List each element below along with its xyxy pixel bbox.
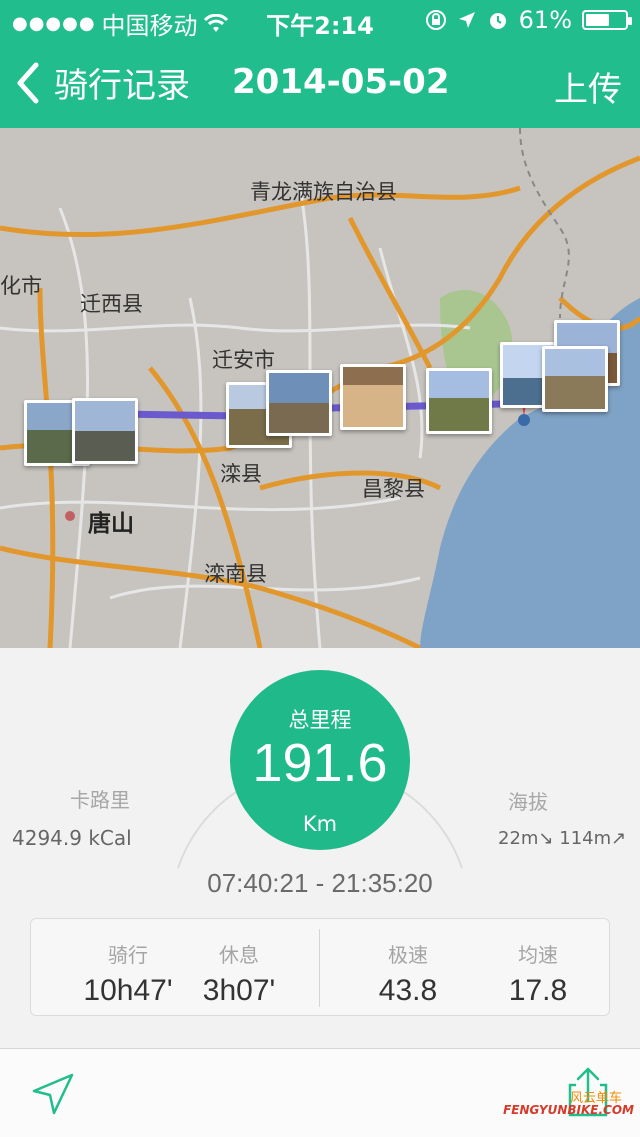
metric-value: 17.8 [508,974,568,1007]
photo-thumbnail[interactable] [340,364,406,430]
metric-label: 均速 [518,943,558,967]
metrics-panel: 骑行 10h47' 休息 3h07' 极速 43.8 均速 17.8 [30,918,610,1016]
map-label-city: 唐山 [88,511,134,537]
total-distance-circle: 总里程 191.6 Km [230,670,410,850]
total-distance-value: 191.6 [252,733,388,793]
metric-label: 休息 [219,943,259,967]
calories-value: 4294.9 kCal [12,826,132,850]
total-distance-unit: Km [302,812,338,836]
battery-icon [582,10,632,30]
photo-thumbnail[interactable] [72,398,138,464]
map-label: 化市 [0,274,42,298]
page-title: 2014-05-02 [232,62,450,102]
metric-avg-speed: 均速 17.8 [473,919,603,1008]
header-bar: ●●●●● 中国移动 下午2:14 61% 骑行记录 2014-05-02 上传 [0,0,640,128]
map-label: 迁西县 [80,292,143,316]
altitude-label: 海拔 [508,790,548,814]
metric-rest: 休息 3h07' [174,919,304,1008]
back-button[interactable]: 骑行记录 [14,58,190,107]
time-range: 07:40:21 - 21:35:20 [207,868,433,898]
status-bar: ●●●●● 中国移动 下午2:14 61% [0,0,640,40]
location-arrow-icon [458,12,475,28]
map-label: 滦县 [220,462,262,486]
altitude-value: 22m↘ 114m↗ [498,828,627,849]
total-distance-label: 总里程 [288,708,352,732]
photo-thumbnail[interactable] [266,370,332,436]
metrics-divider [319,929,320,1007]
watermark-en: FENGYUNBIKE.COM [503,1103,634,1117]
photo-thumbnail[interactable] [542,346,608,412]
bottom-toolbar: 风云单车 FENGYUNBIKE.COM [0,1048,640,1137]
metric-value: 43.8 [378,974,438,1007]
photo-thumbnail[interactable] [426,368,492,434]
rotation-lock-icon [425,10,446,30]
chevron-left-icon [17,62,39,103]
navigation-arrow-icon[interactable] [30,1071,76,1117]
route-map[interactable]: 青龙满族自治县 化市 迁西县 迁安市 滦县 昌黎县 唐山 滦南县 [0,128,640,648]
upload-button[interactable]: 上传 [554,62,622,111]
map-label: 迁安市 [212,348,275,372]
metric-max-speed: 极速 43.8 [343,919,473,1008]
ride-summary: 总里程 191.6 Km 卡路里 4294.9 kCal 海拔 22m↘ 114… [0,648,640,1048]
map-label: 昌黎县 [362,477,425,501]
battery-percent: 61% [518,6,572,34]
map-label: 青龙满族自治县 [250,180,397,204]
nav-bar: 骑行记录 2014-05-02 上传 [0,40,640,128]
metric-value: 3h07' [202,974,276,1007]
metric-label: 极速 [388,943,428,967]
alarm-icon [489,13,506,29]
calories-label: 卡路里 [70,788,130,812]
map-label: 滦南县 [204,562,267,586]
back-label: 骑行记录 [54,66,190,106]
